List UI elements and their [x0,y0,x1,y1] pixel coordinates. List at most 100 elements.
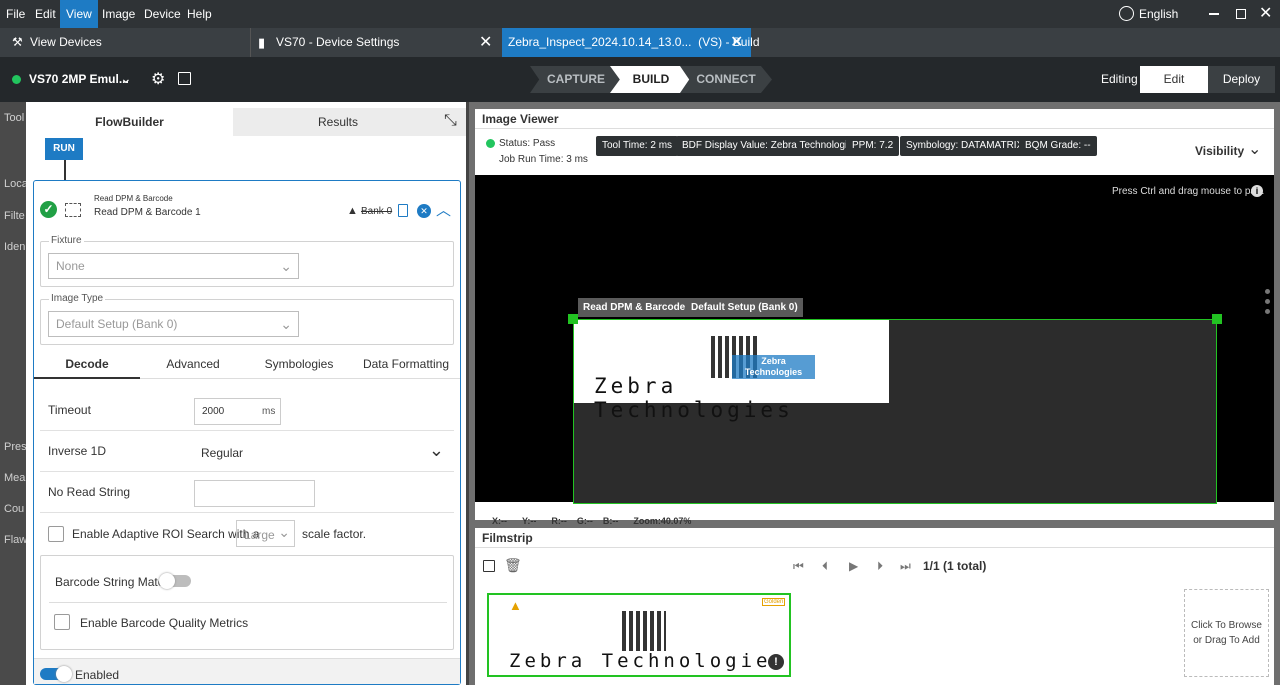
roi-handle[interactable] [1212,314,1222,324]
tab-flowbuilder[interactable]: FlowBuilder [26,108,233,136]
subtab-advanced[interactable]: Advanced [140,351,246,379]
quality-metrics-label: Enable Barcode Quality Metrics [80,616,249,630]
deploy-button[interactable]: Deploy [1208,66,1275,93]
play-icon[interactable]: ▶ [849,559,858,573]
palette-presence[interactable]: Pres [4,441,27,453]
palette-count[interactable]: Cou [4,503,24,515]
bank-label: Bank 0 [361,206,393,217]
thumbnail-datamatrix [622,611,666,651]
menu-file[interactable]: File [0,0,31,28]
run-button[interactable]: RUN [45,138,83,160]
restore-icon[interactable] [1236,9,1246,19]
menu-view[interactable]: View [60,0,98,28]
info-icon[interactable]: i [1251,185,1263,197]
more-dots-icon[interactable] [1265,299,1270,304]
more-dots-icon[interactable] [1265,309,1270,314]
tool-name[interactable]: Read DPM & Barcode 1 [94,207,201,218]
inverse-select[interactable]: Regular ⌄ [194,438,452,466]
no-read-input[interactable] [194,480,315,507]
tab-build[interactable]: Zebra_Inspect_2024.10.14_13.0... (VS) - … [502,28,760,57]
document-icon[interactable] [398,204,408,217]
palette-identify[interactable]: Iden [4,241,25,253]
step-build[interactable]: BUILD [610,66,692,93]
image-type-select[interactable]: Default Setup (Bank 0) ⌄ [48,311,299,337]
subtab-symbologies[interactable]: Symbologies [246,351,352,379]
language-selector[interactable]: English [1139,0,1178,28]
frame-count: 1/1 (1 total) [923,559,987,573]
info-icon[interactable]: ! [768,654,784,670]
chevron-down-icon: ⌄ [278,524,290,540]
palette-tools[interactable]: Tool [4,112,24,124]
captured-image: Zebra Technologies Zebra Technologies 7.… [574,320,889,422]
fixture-label: Fixture [49,235,84,246]
tab-device-settings[interactable]: ▮ VS70 - Device Settings ✕ [250,28,500,57]
pan-hint: Press Ctrl and drag mouse to pan. [1112,186,1265,197]
last-frame-icon[interactable]: ⏭ [900,559,911,574]
minimize-icon[interactable] [1209,13,1219,15]
step-capture[interactable]: CAPTURE [530,66,622,93]
viewer-header: Image Viewer [475,109,1274,129]
adaptive-roi-checkbox[interactable] [48,526,64,542]
image-type-value: Default Setup (Bank 0) [56,317,178,331]
next-frame-icon[interactable]: ⏵ [877,559,883,574]
tab-results[interactable]: Results [234,108,442,136]
settings-doc-icon: ▮ [258,35,266,50]
enabled-row: Enabled [34,658,460,684]
close-tab-icon[interactable]: ✕ [479,28,492,57]
menu-image[interactable]: Image [96,0,141,28]
menu-edit[interactable]: Edit [29,0,62,28]
device-name[interactable]: VS70 2MP Emul... [29,72,129,86]
palette-measure[interactable]: Mea [4,472,25,484]
palette-locate[interactable]: Loca [4,178,28,190]
symbology-badge: Symbology: DATAMATRIX [900,136,1030,156]
subtab-data-formatting[interactable]: Data Formatting [352,351,460,379]
globe-icon[interactable] [1119,6,1134,21]
save-icon[interactable] [178,72,191,85]
timeout-input[interactable]: 2000 ms [194,398,281,425]
tool-type-label: Read DPM & Barcode [94,194,173,203]
browse-drop-zone[interactable]: Click To Browse or Drag To Add [1184,589,1269,677]
inverse-value: Regular [201,446,244,460]
ppm-badge: PPM: 7.2 [846,136,900,156]
scale-factor-select[interactable]: Large ⌄ [236,520,295,547]
filmstrip-panel: Filmstrip 🗑 ⏮ ⏴ ▶ ⏵ ⏭ 1/1 (1 total) ▲ Go… [475,528,1274,685]
divider [49,602,447,603]
save-icon[interactable] [483,560,495,572]
gear-icon[interactable]: ⚙ [151,69,165,89]
enabled-toggle[interactable] [40,666,72,682]
step-connect[interactable]: CONNECT [680,66,772,93]
overlay-decoded-value: Zebra Technologies [744,356,803,377]
fixture-select[interactable]: None ⌄ [48,253,299,279]
close-window-icon[interactable]: ✕ [1259,0,1272,28]
chevron-down-icon[interactable]: ⌄ [120,70,132,87]
image-canvas[interactable]: Press Ctrl and drag mouse to pan. i Read… [475,175,1274,504]
collapse-icon[interactable]: ⤡ [444,112,457,130]
chevron-down-icon[interactable]: ⌄ [1248,139,1261,159]
menu-device[interactable]: Device [138,0,187,28]
panel-splitter[interactable] [466,102,469,685]
roi-region[interactable]: Zebra Technologies Zebra Technologies 7.… [568,314,1222,504]
inverse-row: Inverse 1D Regular ⌄ [40,432,454,472]
first-frame-icon[interactable]: ⏮ [793,559,804,574]
string-match-toggle[interactable] [159,573,191,589]
string-match-label: Barcode String Match [55,575,171,589]
roi-handle[interactable] [568,314,578,324]
subtab-decode[interactable]: Decode [34,351,140,379]
edit-button[interactable]: Edit [1140,66,1208,93]
close-tab-icon[interactable]: ✕ [730,28,743,57]
palette-flaw[interactable]: Flaw [4,534,27,546]
flowbuilder-panel: FlowBuilder Results ⤡ RUN ✓ Read DPM & B… [26,102,466,685]
adaptive-roi-label: Enable Adaptive ROI Search with a [72,527,260,541]
palette-filter[interactable]: Filte [4,210,25,222]
remove-tool-icon[interactable]: ✕ [417,204,431,218]
film-thumbnail[interactable]: ▲ Golden Zebra Technologie ! [487,593,791,677]
more-dots-icon[interactable] [1265,289,1270,294]
document-tab-bar: ⚒ View Devices ▮ VS70 - Device Settings … [0,28,1280,57]
collapse-card-icon[interactable]: ︿ [436,199,451,220]
visibility-menu[interactable]: Visibility [1195,144,1244,158]
menu-help[interactable]: Help [181,0,218,28]
previous-frame-icon[interactable]: ⏴ [822,559,828,574]
quality-metrics-checkbox[interactable] [54,614,70,630]
trash-icon[interactable]: 🗑 [504,557,522,574]
tab-view-devices[interactable]: ⚒ View Devices [0,28,250,57]
